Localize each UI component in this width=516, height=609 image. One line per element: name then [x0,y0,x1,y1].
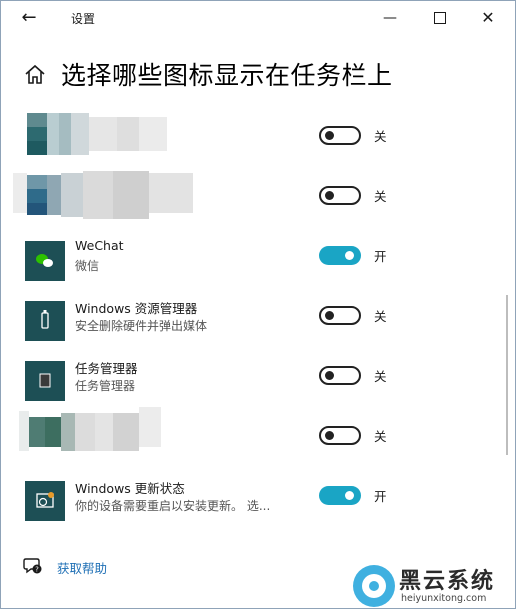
blurred-app-icon [13,171,193,219]
toggle-switch[interactable] [319,366,361,385]
title-bar: ← 设置 — ✕ [1,1,515,35]
maximize-icon[interactable] [417,1,463,35]
watermark-logo [353,565,395,607]
list-item: Windows 资源管理器 安全删除硬件并弹出媒体 关 [1,295,515,355]
usb-icon [25,301,65,341]
home-icon[interactable] [23,63,47,87]
app-description: 任务管理器 [75,379,136,393]
app-name: Windows 更新状态 [75,481,185,496]
wechat-icon [25,241,65,281]
toggle-state-label: 关 [374,129,387,144]
list-item: Windows 更新状态 你的设备需要重启以安装更新。 选... 开 [1,475,515,535]
help-label: 获取帮助 [57,561,108,576]
toggle-switch[interactable] [319,126,361,145]
app-name: 任务管理器 [75,361,138,376]
window-title: 设置 [71,12,96,26]
blurred-app-icon [19,407,161,451]
app-name: WeChat [75,238,124,253]
list-item: 关 [1,171,515,235]
toggle-switch[interactable] [319,186,361,205]
toggle-state-label: 关 [374,369,387,384]
back-arrow-icon[interactable]: ← [15,5,43,31]
task-manager-icon [25,361,65,401]
toggle-state-label: 开 [374,489,387,504]
toggle-state-label: 关 [374,189,387,204]
windows-update-icon [25,481,65,521]
toggle-state-label: 关 [374,309,387,324]
get-help-link[interactable]: ? 获取帮助 [23,555,163,577]
close-icon[interactable]: ✕ [465,1,511,35]
toggle-state-label: 关 [374,429,387,444]
page-title: 选择哪些图标显示在任务栏上 [61,61,393,90]
app-description: 微信 [75,259,100,273]
list-item: 关 [1,407,515,475]
toggle-switch[interactable] [319,246,361,265]
list-item: 关 [1,113,515,175]
scrollbar[interactable] [506,295,508,455]
toggle-switch[interactable] [319,486,361,505]
minimize-icon[interactable]: — [367,1,413,35]
toggle-switch[interactable] [319,306,361,325]
blurred-app-icon [27,113,167,155]
help-chat-icon: ? [23,558,42,574]
list-item: WeChat 微信 开 [1,235,515,295]
app-name: Windows 资源管理器 [75,301,198,316]
watermark-text: 黑云系统 [399,569,496,594]
toggle-state-label: 开 [374,249,387,264]
watermark: 黑云系统 heiyunxitong.com [353,563,513,607]
app-description: 安全删除硬件并弹出媒体 [75,319,208,333]
svg-text:?: ? [35,566,39,574]
watermark-url: heiyunxitong.com [401,593,487,604]
app-description: 你的设备需要重启以安装更新。 选... [75,499,271,513]
settings-window: ← 设置 — ✕ 选择哪些图标显示在任务栏上 关 关 WeChat 微信 开 W… [0,0,516,609]
toggle-switch[interactable] [319,426,361,445]
list-item: 任务管理器 任务管理器 关 [1,355,515,415]
